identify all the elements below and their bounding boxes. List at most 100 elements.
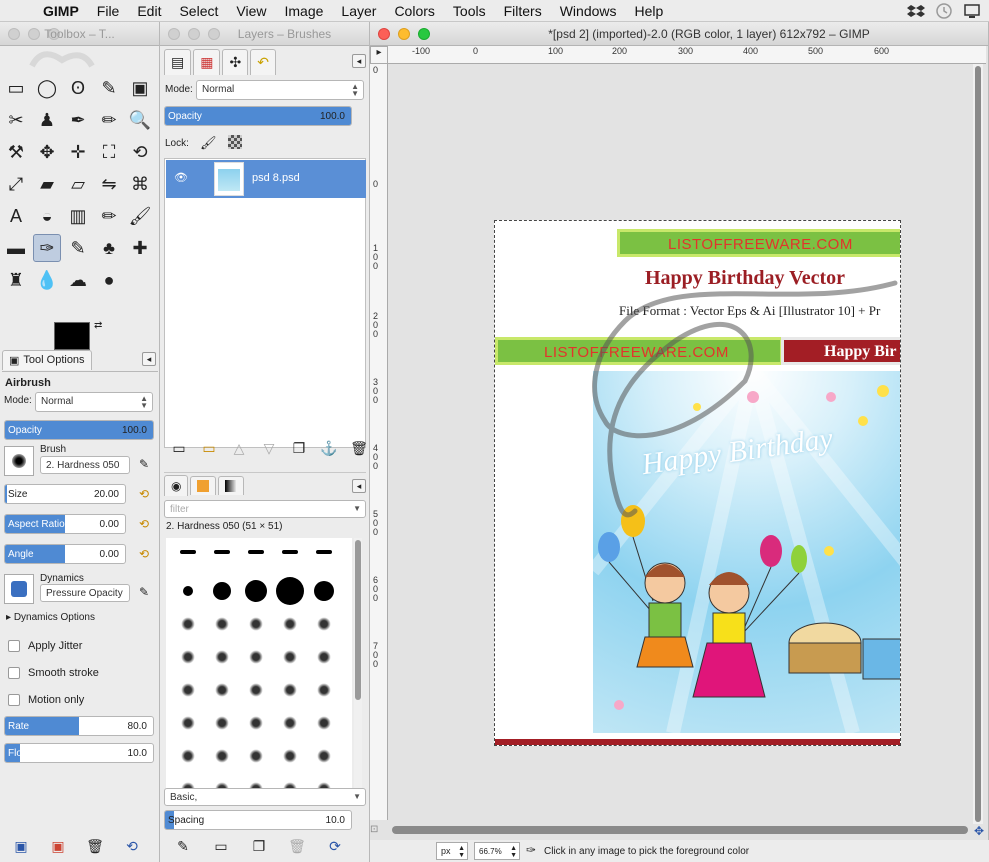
brush-thumbnail[interactable] bbox=[282, 748, 298, 764]
image-canvas[interactable]: LISTOFFREEWARE.COM Happy Birthday Vector… bbox=[494, 220, 901, 746]
blend-icon[interactable]: ▥ bbox=[64, 202, 92, 230]
brush-thumbnail[interactable] bbox=[180, 682, 196, 698]
perspective-clone-icon[interactable]: ♜ bbox=[2, 266, 30, 294]
tab-menu-icon[interactable]: ◂ bbox=[352, 54, 366, 68]
dropbox-icon[interactable] bbox=[907, 2, 925, 20]
dynamics-preview[interactable] bbox=[4, 574, 34, 604]
canvas-area[interactable]: LISTOFFREEWARE.COM Happy Birthday Vector… bbox=[388, 64, 972, 820]
opacity-slider[interactable]: Opacity 100.0 bbox=[4, 420, 154, 440]
tab-patterns[interactable] bbox=[190, 476, 217, 495]
brush-filter-field[interactable]: filter ▼ bbox=[164, 500, 366, 518]
brush-thumbnail[interactable] bbox=[314, 581, 334, 601]
brush-thumbnail[interactable] bbox=[316, 550, 332, 554]
perspective-icon[interactable]: ▱ bbox=[64, 170, 92, 198]
delete-layer-icon[interactable]: 🗑 bbox=[348, 438, 370, 458]
new-brush-icon[interactable]: ▭ bbox=[210, 836, 232, 856]
lower-layer-icon[interactable]: ▽ bbox=[258, 438, 280, 458]
paintbrush-icon[interactable]: 🖌 bbox=[126, 202, 154, 230]
brush-thumbnail[interactable] bbox=[316, 649, 332, 665]
flow-slider[interactable]: Flow 10.0 bbox=[4, 743, 154, 763]
move-icon[interactable]: ✥ bbox=[33, 138, 61, 166]
ink-icon[interactable]: ✎ bbox=[64, 234, 92, 262]
color-picker-icon[interactable]: ✏ bbox=[95, 106, 123, 134]
new-layer-icon[interactable]: ▭ bbox=[168, 438, 190, 458]
cage-icon[interactable]: ⌘ bbox=[126, 170, 154, 198]
align-icon[interactable]: ✛ bbox=[64, 138, 92, 166]
rate-slider[interactable]: Rate 80.0 bbox=[4, 716, 154, 736]
dynamics-field[interactable]: Pressure Opacity bbox=[40, 584, 130, 602]
pencil-icon[interactable]: ✏ bbox=[95, 202, 123, 230]
toolbox-titlebar[interactable]: Toolbox – T... bbox=[0, 22, 159, 46]
lock-pixels-icon[interactable]: 🖌 bbox=[200, 135, 217, 151]
brush-thumbnail[interactable] bbox=[214, 649, 230, 665]
brush-thumbnail[interactable] bbox=[248, 715, 264, 731]
apply-jitter-checkbox[interactable]: Apply Jitter bbox=[8, 640, 82, 652]
aspect-ratio-slider[interactable]: Aspect Ratio 0.00 bbox=[4, 514, 126, 534]
paths-icon[interactable]: ✒ bbox=[64, 106, 92, 134]
rotate-icon[interactable]: ⟲ bbox=[126, 138, 154, 166]
brush-set-combo[interactable]: Basic, ▼ bbox=[164, 788, 366, 806]
menu-colors[interactable]: Colors bbox=[385, 3, 443, 19]
flip-icon[interactable]: ⇋ bbox=[95, 170, 123, 198]
brush-thumbnail[interactable] bbox=[282, 649, 298, 665]
brush-thumbnail[interactable] bbox=[248, 649, 264, 665]
zoom-icon[interactable]: 🔍 bbox=[126, 106, 154, 134]
brush-thumbnail[interactable] bbox=[214, 682, 230, 698]
smudge-icon[interactable]: ☁ bbox=[64, 266, 92, 294]
brush-thumbnail[interactable] bbox=[213, 582, 231, 600]
brush-preview[interactable] bbox=[4, 446, 34, 476]
brush-thumbnail[interactable] bbox=[180, 649, 196, 665]
edit-dynamics-icon[interactable]: ✎ bbox=[136, 584, 152, 600]
brush-thumbnail[interactable] bbox=[180, 715, 196, 731]
brush-thumbnail[interactable] bbox=[180, 550, 196, 554]
zoom-icon[interactable] bbox=[418, 28, 430, 40]
layer-opacity-slider[interactable]: Opacity 100.0 bbox=[164, 106, 352, 126]
delete-options-icon[interactable]: 🗑 bbox=[84, 836, 106, 856]
dodge-icon[interactable]: ● bbox=[95, 266, 123, 294]
quick-mask-corner-icon[interactable]: ▸ bbox=[370, 46, 388, 64]
duplicate-layer-icon[interactable]: ❐ bbox=[288, 438, 310, 458]
new-layer-group-icon[interactable]: ▭ bbox=[198, 438, 220, 458]
reset-options-icon[interactable]: ⟲ bbox=[121, 836, 143, 856]
time-machine-icon[interactable] bbox=[935, 2, 953, 20]
menu-view[interactable]: View bbox=[227, 3, 275, 19]
brush-thumbnail[interactable] bbox=[276, 577, 304, 605]
mode-combo[interactable]: Normal ▲ ▼ bbox=[35, 392, 153, 412]
brush-thumbnail[interactable] bbox=[248, 682, 264, 698]
brush-grid[interactable] bbox=[166, 538, 352, 806]
lock-alpha-icon[interactable] bbox=[228, 135, 242, 149]
menu-tools[interactable]: Tools bbox=[444, 3, 495, 19]
brush-thumbnail[interactable] bbox=[214, 550, 230, 554]
reset-size-icon[interactable]: ⟲ bbox=[136, 486, 152, 502]
scissors-icon[interactable]: ✂ bbox=[2, 106, 30, 134]
menu-windows[interactable]: Windows bbox=[551, 3, 626, 19]
layer-mode-combo[interactable]: Normal ▲ ▼ bbox=[196, 80, 364, 100]
vertical-ruler[interactable]: 0 0 100 200 300 400 500 600 700 bbox=[370, 64, 388, 820]
swap-colors-icon[interactable]: ⇄ bbox=[94, 320, 102, 331]
brush-thumbnail[interactable] bbox=[282, 682, 298, 698]
eraser-icon[interactable]: ▬ bbox=[2, 234, 30, 262]
rect-select-icon[interactable]: ▭ bbox=[2, 74, 30, 102]
brush-thumbnail[interactable] bbox=[248, 748, 264, 764]
horizontal-ruler[interactable]: -100 0 100 200 300 400 500 600 bbox=[388, 46, 986, 64]
brush-thumbnail[interactable] bbox=[282, 715, 298, 731]
brush-thumbnail[interactable] bbox=[214, 748, 230, 764]
bucket-fill-icon[interactable]: ◒ bbox=[33, 202, 61, 230]
tab-gradients[interactable] bbox=[218, 476, 245, 495]
foreground-color-swatch[interactable] bbox=[54, 322, 90, 350]
brush-thumbnail[interactable] bbox=[316, 715, 332, 731]
tab-menu-icon[interactable]: ◂ bbox=[142, 352, 156, 366]
brush-thumbnail[interactable] bbox=[316, 616, 332, 632]
visibility-eye-icon[interactable]: 👁 bbox=[174, 171, 188, 184]
foreground-select-icon[interactable]: ♟ bbox=[33, 106, 61, 134]
dynamics-options-expander[interactable]: ▸ Dynamics Options bbox=[6, 612, 95, 623]
measure-icon[interactable]: ⚒ bbox=[2, 138, 30, 166]
brush-thumbnail[interactable] bbox=[180, 748, 196, 764]
horizontal-scrollbar[interactable] bbox=[392, 826, 968, 834]
brush-thumbnail[interactable] bbox=[183, 586, 193, 596]
navigate-corner-icon[interactable]: ⊡ bbox=[370, 824, 384, 838]
brush-thumbnail[interactable] bbox=[282, 550, 298, 554]
menu-filters[interactable]: Filters bbox=[495, 3, 551, 19]
tab-brushes[interactable]: ◉ bbox=[164, 475, 189, 496]
tab-channels[interactable]: ▦ bbox=[193, 49, 221, 75]
